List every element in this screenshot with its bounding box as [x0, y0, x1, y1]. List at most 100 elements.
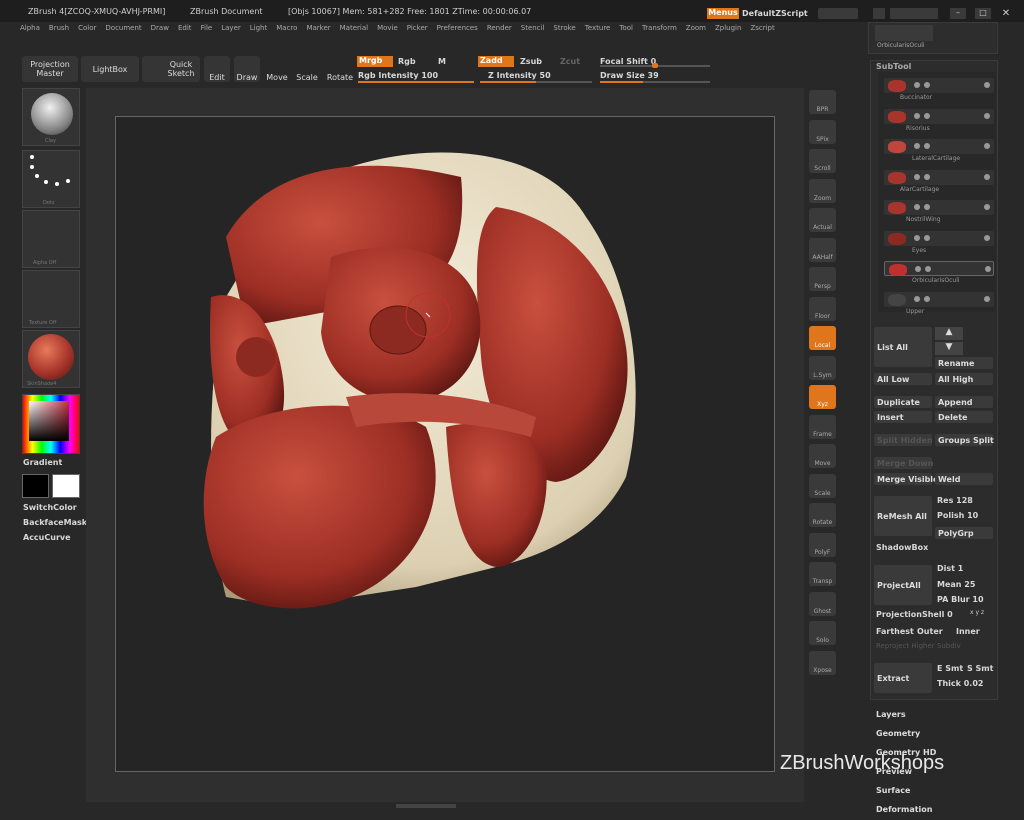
subtool-item[interactable] [884, 261, 994, 276]
menus-button[interactable]: Menus [707, 8, 739, 19]
menu-alpha[interactable]: Alpha [20, 24, 40, 38]
menu-zplugin[interactable]: Zplugin [715, 24, 741, 38]
visibility-eye-icon[interactable] [984, 173, 990, 180]
projection-shell-slider[interactable]: ProjectionShell 0 [876, 610, 953, 619]
lock-icon[interactable] [922, 8, 938, 19]
polish-slider[interactable]: Polish 10 [937, 511, 978, 520]
color-picker[interactable] [22, 394, 80, 454]
shelf-scale-button[interactable]: Scale [809, 473, 836, 498]
arrow-up-icon[interactable]: ▲ [935, 327, 963, 340]
subtool-item[interactable] [884, 169, 994, 185]
list-all-button[interactable]: List All [874, 327, 932, 367]
menu-zoom[interactable]: Zoom [686, 24, 706, 38]
shelf-lsym-button[interactable]: L.Sym [809, 355, 836, 380]
primary-color-swatch[interactable] [52, 474, 80, 498]
brush-thumbnail[interactable]: Clay [22, 88, 80, 146]
menu-transform[interactable]: Transform [642, 24, 677, 38]
subtool-toggle[interactable] [924, 112, 930, 119]
shelf-transp-button[interactable]: Transp [809, 562, 836, 586]
close-icon[interactable]: ✕ [998, 8, 1014, 19]
farthest-button[interactable]: Farthest [876, 627, 914, 636]
subtool-item[interactable] [884, 200, 994, 215]
quick-sketch-button[interactable]: Quick Sketch [142, 56, 200, 82]
visibility-eye-icon[interactable] [984, 82, 990, 88]
subtool-item[interactable] [884, 230, 994, 246]
move-button[interactable]: Move [265, 56, 289, 82]
visibility-eye-icon[interactable] [984, 143, 990, 149]
menu-marker[interactable]: Marker [306, 24, 330, 38]
stroke-thumbnail[interactable]: Dots [22, 150, 80, 208]
rgb-intensity-slider[interactable]: Rgb Intensity 100 [358, 71, 438, 80]
subtool-toggle[interactable] [914, 143, 920, 149]
visibility-eye-icon[interactable] [984, 204, 990, 210]
shelf-rotate-button[interactable]: Rotate [809, 503, 836, 527]
visibility-eye-icon[interactable] [984, 234, 990, 241]
xyz-axis-toggle[interactable]: x y z [970, 609, 984, 616]
e-smt-slider[interactable]: E Smt [937, 664, 963, 673]
tool-thumbnail[interactable] [875, 25, 933, 41]
maximize-icon[interactable]: □ [975, 8, 991, 19]
canvas-scroll-handle[interactable] [396, 804, 456, 808]
thick-slider[interactable]: Thick 0.02 [937, 679, 983, 688]
subtool-toggle[interactable] [924, 234, 930, 241]
material-thumbnail[interactable]: SkinShade4 [22, 330, 80, 388]
script-nav-button[interactable] [818, 8, 858, 19]
shelf-ghost-button[interactable]: Ghost [809, 591, 836, 616]
subtool-toggle[interactable] [924, 143, 930, 149]
secondary-color-swatch[interactable] [22, 474, 49, 498]
menu-tool[interactable]: Tool [619, 24, 633, 38]
arrow-down-icon[interactable]: ▼ [935, 342, 963, 355]
menu-picker[interactable]: Picker [407, 24, 428, 38]
subtool-toggle[interactable] [914, 82, 920, 88]
shelf-persp-button[interactable]: Persp [809, 267, 836, 291]
section-surface[interactable]: Surface [876, 786, 910, 795]
menu-layer[interactable]: Layer [221, 24, 241, 38]
subtool-toggle[interactable] [914, 173, 920, 180]
face-muscle-model[interactable] [116, 117, 776, 773]
zsub-button[interactable]: Zsub [520, 57, 542, 66]
gradient-toggle[interactable]: Gradient [23, 458, 62, 467]
subtool-header[interactable]: SubTool [876, 62, 911, 71]
merge-visible-button[interactable]: Merge Visible [874, 473, 938, 485]
section-geometry[interactable]: Geometry [876, 729, 920, 738]
z-intensity-slider[interactable]: Z Intensity 50 [488, 71, 551, 80]
visibility-eye-icon[interactable] [984, 295, 990, 302]
subtool-toggle[interactable] [914, 295, 920, 302]
layout-icon[interactable] [890, 8, 926, 19]
menu-file[interactable]: File [201, 24, 213, 38]
shelf-xpose-button[interactable]: Xpose [809, 650, 836, 675]
shelf-frame-button[interactable]: Frame [809, 414, 836, 439]
section-deformation[interactable]: Deformation [876, 805, 932, 814]
menu-preferences[interactable]: Preferences [437, 24, 478, 38]
scale-button[interactable]: Scale [295, 56, 319, 82]
duplicate-button[interactable]: Duplicate [874, 396, 932, 408]
rgb-intensity-track[interactable] [358, 81, 474, 83]
reproject-button[interactable]: Reproject Higher Subdiv [876, 642, 961, 650]
rgb-button[interactable]: Rgb [398, 57, 416, 66]
menu-zscript[interactable]: Zscript [750, 24, 774, 38]
weld-toggle[interactable]: Weld [935, 473, 993, 485]
zadd-button[interactable]: Zadd [478, 56, 514, 67]
res-slider[interactable]: Res 128 [937, 496, 973, 505]
s-smt-slider[interactable]: S Smt [967, 664, 993, 673]
menu-color[interactable]: Color [78, 24, 96, 38]
merge-down-button[interactable]: Merge Down [874, 457, 934, 469]
menu-edit[interactable]: Edit [178, 24, 192, 38]
insert-button[interactable]: Insert [874, 411, 932, 423]
menu-macro[interactable]: Macro [276, 24, 297, 38]
subtool-item[interactable] [884, 139, 994, 154]
shelf-local-button[interactable]: Local [809, 326, 836, 350]
remesh-all-button[interactable]: ReMesh All [874, 496, 932, 536]
help-icon[interactable] [873, 8, 885, 19]
subtool-toggle[interactable] [914, 204, 920, 210]
draw-size-slider[interactable]: Draw Size 39 [600, 71, 659, 80]
split-hidden-button[interactable]: Split Hidden [874, 434, 933, 446]
subtool-toggle[interactable] [915, 266, 921, 272]
visibility-eye-icon[interactable] [984, 112, 990, 119]
outer-button[interactable]: Outer [917, 627, 943, 636]
z-intensity-track[interactable] [480, 81, 592, 83]
shelf-move-button[interactable]: Move [809, 444, 836, 468]
menu-material[interactable]: Material [340, 24, 368, 38]
all-high-button[interactable]: All High [935, 373, 993, 385]
shelf-aahalf-button[interactable]: AAHalf [809, 237, 836, 262]
